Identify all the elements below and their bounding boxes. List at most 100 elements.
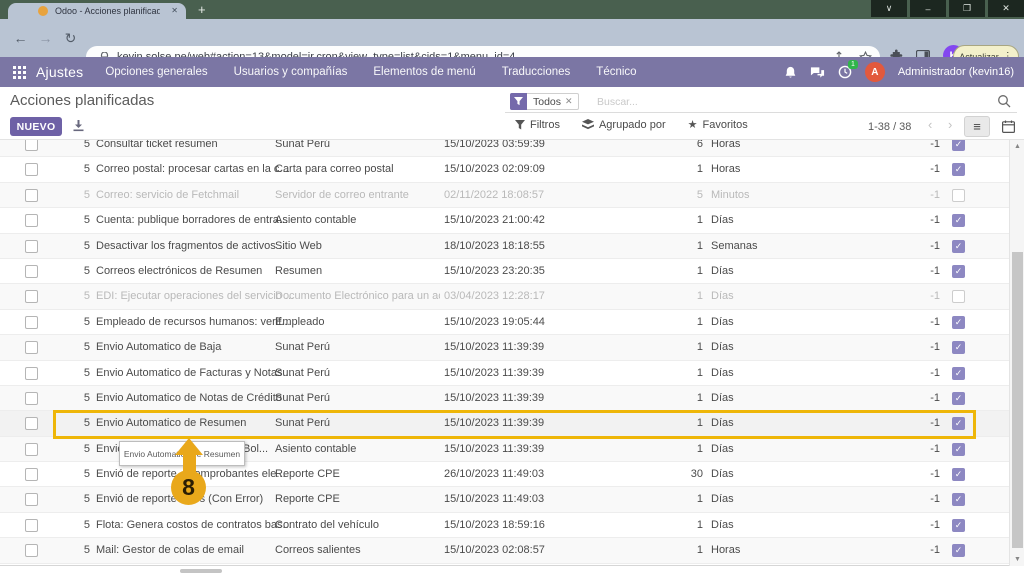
- active-checkbox[interactable]: ✓: [952, 140, 965, 151]
- list-view-icon: ≡: [973, 119, 981, 134]
- row-checkbox[interactable]: [25, 214, 38, 228]
- row-checkbox[interactable]: [25, 518, 38, 532]
- row-checkbox[interactable]: [25, 315, 38, 329]
- table-row[interactable]: 5 Empleado de recursos humanos: verif... E…: [0, 309, 1009, 336]
- active-checkbox[interactable]: ✓: [952, 366, 965, 380]
- active-checkbox[interactable]: ✓: [952, 214, 965, 228]
- row-checkbox[interactable]: [25, 163, 38, 177]
- user-menu[interactable]: Administrador (kevin16): [898, 66, 1014, 78]
- row-checkbox[interactable]: [25, 366, 38, 380]
- table-row[interactable]: 5 Correo postal: procesar cartas en la c.…: [0, 157, 1009, 183]
- favorites-button[interactable]: ★ Favoritos: [688, 118, 748, 132]
- row-interval-number: 1: [696, 341, 703, 354]
- search-icon[interactable]: [997, 94, 1011, 108]
- user-avatar[interactable]: A: [864, 62, 885, 82]
- forward-icon[interactable]: →: [33, 30, 58, 46]
- list-view-button[interactable]: ≡: [964, 116, 990, 137]
- reload-icon[interactable]: ↻: [58, 30, 83, 47]
- table-row[interactable]: 5 Correo: servicio de Fetchmail Servidor d…: [0, 182, 1009, 209]
- row-name: Envio Automatico de Facturas y Notas...: [96, 366, 292, 379]
- row-checkbox[interactable]: [25, 391, 38, 405]
- new-tab-button[interactable]: +: [198, 2, 206, 18]
- table-row[interactable]: 5 Cuenta: publique borradores de entra...…: [0, 208, 1009, 234]
- table-row[interactable]: 5 Desactivar los fragmentos de activos ..…: [0, 233, 1009, 259]
- active-checkbox[interactable]: ✓: [952, 391, 965, 405]
- row-sequence: 5: [83, 341, 90, 354]
- scroll-up-icon[interactable]: ▲: [1010, 143, 1024, 150]
- row-checkbox[interactable]: [25, 264, 38, 278]
- horizontal-scrollbar-thumb[interactable]: [180, 569, 222, 573]
- page-title: Acciones planificadas: [10, 92, 155, 109]
- menu-traducciones[interactable]: Traducciones: [502, 66, 571, 78]
- menu-tecnico[interactable]: Técnico: [596, 66, 636, 78]
- active-checkbox[interactable]: ✓: [952, 442, 965, 456]
- filters-button[interactable]: Filtros: [515, 119, 560, 131]
- remove-filter-icon[interactable]: ✕: [565, 96, 573, 107]
- active-checkbox[interactable]: ✓: [952, 544, 965, 558]
- activity-badge: 1: [847, 60, 858, 69]
- active-checkbox[interactable]: ✓: [952, 315, 965, 329]
- row-checkbox[interactable]: [25, 188, 38, 202]
- scrollbar-thumb[interactable]: [1012, 252, 1023, 548]
- row-interval-number: 1: [696, 239, 703, 252]
- window-close-icon[interactable]: ✕: [988, 0, 1024, 17]
- row-checkbox[interactable]: [25, 468, 38, 482]
- menu-usuarios-companias[interactable]: Usuarios y compañías: [234, 66, 348, 78]
- vertical-scrollbar[interactable]: ▲ ▼: [1009, 140, 1024, 566]
- table-row[interactable]: 5 Envio Automatico de Baja Sunat Perú 15/10…: [0, 335, 1009, 361]
- app-name[interactable]: Ajustes: [36, 64, 83, 80]
- menu-opciones-generales[interactable]: Opciones generales: [105, 66, 207, 78]
- active-checkbox[interactable]: ✓: [952, 239, 965, 253]
- table-row[interactable]: 5 Envio Automatico de Notas de Crédito Sun…: [0, 385, 1009, 412]
- browser-tab[interactable]: Odoo - Acciones planificadas ✕: [8, 3, 186, 19]
- search-bar[interactable]: Todos ✕ Buscar...: [505, 91, 1017, 113]
- active-checkbox[interactable]: ✓: [952, 493, 965, 507]
- active-checkbox[interactable]: [952, 188, 965, 202]
- row-interval-unit: Días: [711, 493, 734, 506]
- window-minimize-icon[interactable]: –: [910, 0, 946, 17]
- group-by-button[interactable]: Agrupado por: [581, 119, 666, 131]
- apps-grid-icon[interactable]: [13, 65, 26, 79]
- table-row[interactable]: 5 Consultar ticket resumen Sunat Perú 15/10…: [0, 140, 1009, 158]
- back-icon[interactable]: ←: [8, 30, 33, 46]
- window-menu-icon[interactable]: ∨: [871, 0, 907, 17]
- active-checkbox[interactable]: ✓: [952, 518, 965, 532]
- row-checkbox[interactable]: [25, 544, 38, 558]
- row-checkbox[interactable]: [25, 493, 38, 507]
- tab-close-icon[interactable]: ✕: [171, 3, 178, 19]
- window-restore-icon[interactable]: ❐: [949, 0, 985, 17]
- search-input[interactable]: Buscar...: [597, 96, 638, 108]
- row-checkbox[interactable]: [25, 442, 38, 456]
- table-row[interactable]: 5 EDI: Ejecutar operaciones del servicio …: [0, 284, 1009, 310]
- row-checkbox[interactable]: [25, 290, 38, 304]
- pager-prev-icon[interactable]: ‹: [928, 117, 932, 132]
- table-row[interactable]: 5 Correos electrónicos de Resumen Resumen 1…: [0, 258, 1009, 285]
- calendar-view-icon: [1001, 120, 1015, 133]
- row-checkbox[interactable]: [25, 239, 38, 253]
- row-checkbox[interactable]: [25, 417, 38, 431]
- row-next-execution-date: 15/10/2023 11:39:39: [444, 366, 545, 379]
- active-checkbox[interactable]: ✓: [952, 163, 965, 177]
- download-icon[interactable]: [72, 119, 85, 132]
- activity-clock-icon[interactable]: 1: [838, 60, 858, 79]
- chat-icon[interactable]: [810, 66, 825, 79]
- active-checkbox[interactable]: ✓: [952, 264, 965, 278]
- row-checkbox[interactable]: [25, 140, 38, 151]
- calendar-view-button[interactable]: [995, 116, 1021, 137]
- row-checkbox[interactable]: [25, 341, 38, 355]
- filter-chip-todos[interactable]: Todos ✕: [510, 93, 579, 110]
- table-row[interactable]: 5 Mail: Gestor de colas de email Correos s…: [0, 538, 1009, 564]
- table-row[interactable]: 5Envió de reporte cpe's (Con Error)Repor…: [0, 487, 1009, 513]
- pager-next-icon[interactable]: ›: [948, 117, 952, 132]
- table-row[interactable]: 5 Envio Automatico de Facturas y Notas...…: [0, 360, 1009, 386]
- bell-icon[interactable]: [784, 66, 797, 79]
- new-button[interactable]: NUEVO: [10, 117, 62, 136]
- browser-tab-strip: Odoo - Acciones planificadas ✕ + ∨ – ❐ ✕: [0, 0, 1024, 19]
- row-number-of-calls: -1: [930, 468, 940, 481]
- active-checkbox[interactable]: ✓: [952, 468, 965, 482]
- active-checkbox[interactable]: [952, 290, 965, 304]
- active-checkbox[interactable]: ✓: [952, 341, 965, 355]
- table-row[interactable]: 5 Flota: Genera costos de contratos bas..…: [0, 512, 1009, 539]
- menu-elementos-de-menu[interactable]: Elementos de menú: [373, 66, 475, 78]
- scroll-down-icon[interactable]: ▼: [1010, 556, 1024, 563]
